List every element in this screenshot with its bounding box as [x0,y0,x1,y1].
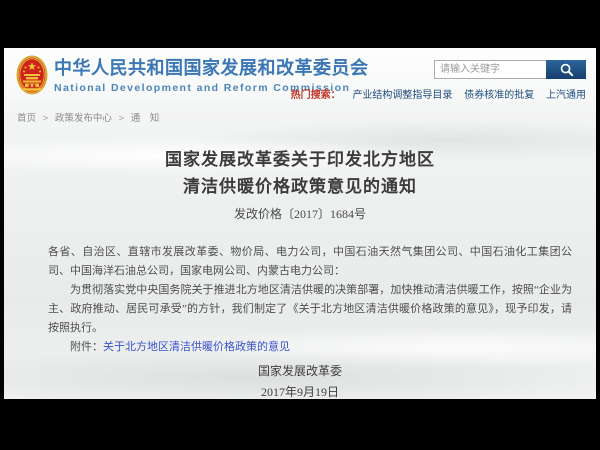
attachment-label: 附件： [70,341,103,353]
attachment-link[interactable]: 关于北方地区清洁供暖价格政策的意见 [103,341,290,353]
signature-org: 国家发展改革委 [4,361,596,382]
document-title-line2: 清洁供暖价格政策意见的通知 [4,172,596,197]
main-paragraph: 为贯彻落实党中央国务院关于推进北方地区清洁供暖的决策部署，加快推动清洁供暖工作，… [48,281,572,338]
salutation-paragraph: 各省、自治区、直辖市发展改革委、物价局、电力公司，中国石油天然气集团公司、中国石… [48,243,572,281]
document-title-line1: 国家发展改革委关于印发北方地区 [4,145,596,170]
signature-block: 国家发展改革委 2017年9月19日 [4,361,596,399]
signature-date: 2017年9月19日 [4,382,596,399]
document-body: 各省、自治区、直辖市发展改革委、物价局、电力公司，中国石油天然气集团公司、中国石… [48,243,572,357]
notice-document: 国家发展改革委关于印发北方地区 清洁供暖价格政策意见的通知 发改价格〔2017〕… [4,48,596,399]
screenshot-frame: 中华人民共和国国家发展和改革委员会 National Development a… [0,0,600,450]
attachment-line: 附件：关于北方地区清洁供暖价格政策的意见 [48,338,572,357]
document-number: 发改价格〔2017〕1684号 [4,205,596,222]
webpage: 中华人民共和国国家发展和改革委员会 National Development a… [4,48,596,399]
